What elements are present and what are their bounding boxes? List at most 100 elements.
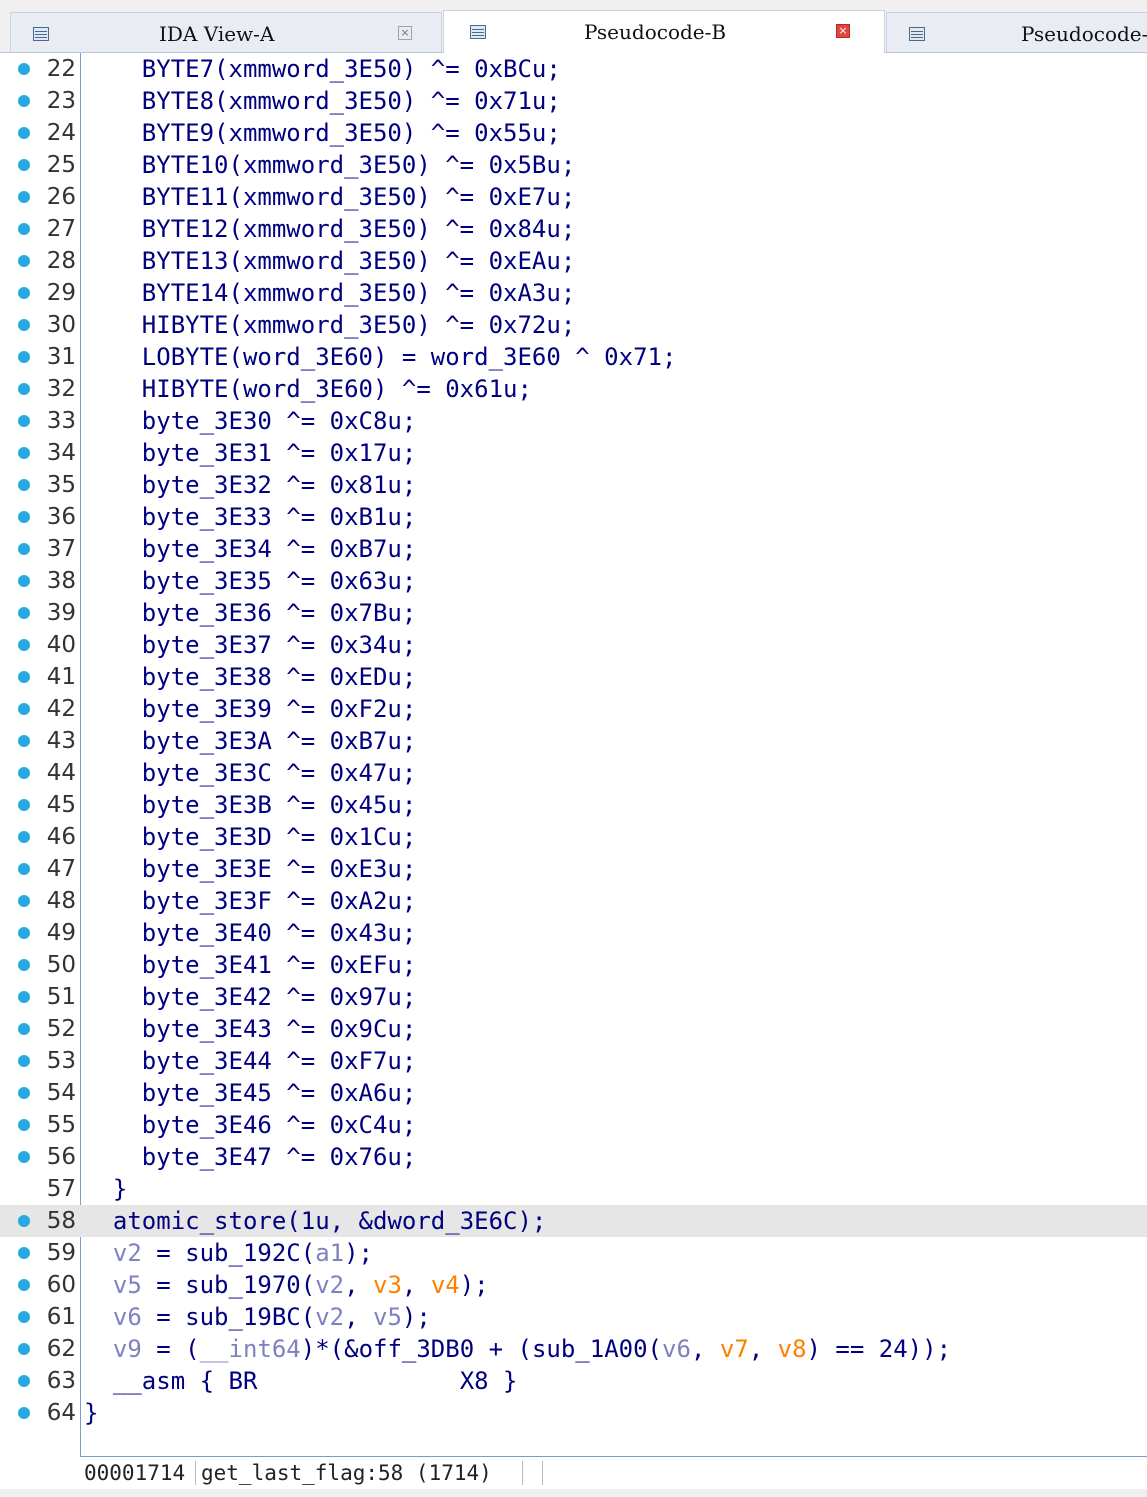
breakpoint-dot-icon[interactable] [18, 415, 30, 427]
breakpoint-dot-icon[interactable] [18, 287, 30, 299]
code-line[interactable]: 34 byte_3E31 ^= 0x17u; [0, 437, 1147, 469]
code-line[interactable]: 27 BYTE12(xmmword_3E50) ^= 0x84u; [0, 213, 1147, 245]
breakpoint-dot-icon[interactable] [18, 63, 30, 75]
code-line[interactable]: 61 v6 = sub_19BC(v2, v5); [0, 1301, 1147, 1333]
breakpoint-dot-icon[interactable] [18, 863, 30, 875]
breakpoint-dot-icon[interactable] [18, 479, 30, 491]
breakpoint-dot-icon[interactable] [18, 607, 30, 619]
breakpoint-dot-icon[interactable] [18, 831, 30, 843]
code-line[interactable]: 53 byte_3E44 ^= 0xF7u; [0, 1045, 1147, 1077]
tab-pseudocode-c[interactable]: Pseudocode- [886, 12, 1147, 52]
argument-variable: v4 [430, 1271, 460, 1299]
code-line[interactable]: 50 byte_3E41 ^= 0xEFu; [0, 949, 1147, 981]
code-line[interactable]: 24 BYTE9(xmmword_3E50) ^= 0x55u; [0, 117, 1147, 149]
breakpoint-dot-icon[interactable] [18, 703, 30, 715]
breakpoint-dot-icon[interactable] [18, 1311, 30, 1323]
code-line[interactable]: 51 byte_3E42 ^= 0x97u; [0, 981, 1147, 1013]
code-line[interactable]: 44 byte_3E3C ^= 0x47u; [0, 757, 1147, 789]
code-line[interactable]: 46 byte_3E3D ^= 0x1Cu; [0, 821, 1147, 853]
code-line[interactable]: 63 __asm { BR X8 } [0, 1365, 1147, 1397]
code-line[interactable]: 31 LOBYTE(word_3E60) = word_3E60 ^ 0x71; [0, 341, 1147, 373]
breakpoint-dot-icon[interactable] [18, 1119, 30, 1131]
breakpoint-dot-icon[interactable] [18, 223, 30, 235]
breakpoint-dot-icon[interactable] [18, 1087, 30, 1099]
code-line[interactable]: 62 v9 = (__int64)*(&off_3DB0 + (sub_1A00… [0, 1333, 1147, 1365]
code-line[interactable]: 55 byte_3E46 ^= 0xC4u; [0, 1109, 1147, 1141]
breakpoint-dot-icon[interactable] [18, 735, 30, 747]
line-number: 56 [46, 1144, 76, 1170]
code-token: byte_3E47 ^= 0x76u; [141, 1143, 417, 1171]
breakpoint-dot-icon[interactable] [18, 895, 30, 907]
code-line[interactable]: 25 BYTE10(xmmword_3E50) ^= 0x5Bu; [0, 149, 1147, 181]
code-line[interactable]: 33 byte_3E30 ^= 0xC8u; [0, 405, 1147, 437]
line-number: 22 [46, 56, 76, 82]
code-line[interactable]: 39 byte_3E36 ^= 0x7Bu; [0, 597, 1147, 629]
breakpoint-dot-icon[interactable] [18, 543, 30, 555]
code-line[interactable]: 56 byte_3E47 ^= 0x76u; [0, 1141, 1147, 1173]
code-line[interactable]: 43 byte_3E3A ^= 0xB7u; [0, 725, 1147, 757]
code-line[interactable]: 23 BYTE8(xmmword_3E50) ^= 0x71u; [0, 85, 1147, 117]
code-line[interactable]: 45 byte_3E3B ^= 0x45u; [0, 789, 1147, 821]
breakpoint-dot-icon[interactable] [18, 639, 30, 651]
breakpoint-dot-icon[interactable] [18, 1055, 30, 1067]
code-line[interactable]: 36 byte_3E33 ^= 0xB1u; [0, 501, 1147, 533]
code-line[interactable]: 54 byte_3E45 ^= 0xA6u; [0, 1077, 1147, 1109]
close-icon[interactable]: × [398, 26, 412, 40]
breakpoint-dot-icon[interactable] [18, 1343, 30, 1355]
breakpoint-dot-icon[interactable] [18, 127, 30, 139]
code-line[interactable]: 41 byte_3E38 ^= 0xEDu; [0, 661, 1147, 693]
breakpoint-dot-icon[interactable] [18, 1247, 30, 1259]
code-line[interactable]: 32 HIBYTE(word_3E60) ^= 0x61u; [0, 373, 1147, 405]
breakpoint-dot-icon[interactable] [18, 1023, 30, 1035]
breakpoint-dot-icon[interactable] [18, 959, 30, 971]
breakpoint-dot-icon[interactable] [18, 351, 30, 363]
code-line[interactable]: 59 v2 = sub_192C(a1); [0, 1237, 1147, 1269]
code-line[interactable]: 52 byte_3E43 ^= 0x9Cu; [0, 1013, 1147, 1045]
breakpoint-dot-icon[interactable] [18, 767, 30, 779]
breakpoint-dot-icon[interactable] [18, 159, 30, 171]
code-line[interactable]: 37 byte_3E34 ^= 0xB7u; [0, 533, 1147, 565]
code-line[interactable]: 64} [0, 1397, 1147, 1429]
code-line[interactable]: 58 atomic_store(1u, &dword_3E6C); [0, 1205, 1147, 1237]
code-token: byte_3E30 ^= 0xC8u; [141, 407, 417, 435]
code-line[interactable]: 40 byte_3E37 ^= 0x34u; [0, 629, 1147, 661]
breakpoint-dot-icon[interactable] [18, 1375, 30, 1387]
breakpoint-dot-icon[interactable] [18, 1151, 30, 1163]
code-line[interactable]: 38 byte_3E35 ^= 0x63u; [0, 565, 1147, 597]
code-line[interactable]: 47 byte_3E3E ^= 0xE3u; [0, 853, 1147, 885]
code-line[interactable]: 29 BYTE14(xmmword_3E50) ^= 0xA3u; [0, 277, 1147, 309]
breakpoint-dot-icon[interactable] [18, 1215, 30, 1227]
breakpoint-dot-icon[interactable] [18, 319, 30, 331]
code-line[interactable]: 42 byte_3E39 ^= 0xF2u; [0, 693, 1147, 725]
breakpoint-dot-icon[interactable] [18, 1407, 30, 1419]
code-line[interactable]: 30 HIBYTE(xmmword_3E50) ^= 0x72u; [0, 309, 1147, 341]
code-line[interactable]: 35 byte_3E32 ^= 0x81u; [0, 469, 1147, 501]
breakpoint-dot-icon[interactable] [18, 95, 30, 107]
code-line[interactable]: 28 BYTE13(xmmword_3E50) ^= 0xEAu; [0, 245, 1147, 277]
code-line[interactable]: 57 } [0, 1173, 1147, 1205]
code-line[interactable]: 26 BYTE11(xmmword_3E50) ^= 0xE7u; [0, 181, 1147, 213]
tab-ida-view-a[interactable]: IDA View-A × [10, 12, 442, 52]
code-line[interactable]: 48 byte_3E3F ^= 0xA2u; [0, 885, 1147, 917]
code-line[interactable]: 22 BYTE7(xmmword_3E50) ^= 0xBCu; [0, 53, 1147, 85]
breakpoint-dot-icon[interactable] [18, 383, 30, 395]
line-number: 29 [46, 280, 76, 306]
code-line[interactable]: 49 byte_3E40 ^= 0x43u; [0, 917, 1147, 949]
breakpoint-dot-icon[interactable] [18, 447, 30, 459]
breakpoint-dot-icon[interactable] [18, 255, 30, 267]
close-icon[interactable]: × [836, 24, 850, 38]
breakpoint-dot-icon[interactable] [18, 511, 30, 523]
breakpoint-dot-icon[interactable] [18, 671, 30, 683]
breakpoint-dot-icon[interactable] [18, 1279, 30, 1291]
breakpoint-dot-icon[interactable] [18, 575, 30, 587]
tab-pseudocode-b[interactable]: Pseudocode-B × [443, 10, 885, 53]
code-line[interactable]: 60 v5 = sub_1970(v2, v3, v4); [0, 1269, 1147, 1301]
breakpoint-dot-icon[interactable] [18, 991, 30, 1003]
breakpoint-dot-icon[interactable] [18, 927, 30, 939]
pseudocode-editor[interactable]: 22 BYTE7(xmmword_3E50) ^= 0xBCu; 23 BYTE8… [0, 53, 1147, 1490]
line-number: 49 [46, 920, 76, 946]
breakpoint-dot-icon[interactable] [18, 191, 30, 203]
breakpoint-dot-icon[interactable] [18, 799, 30, 811]
